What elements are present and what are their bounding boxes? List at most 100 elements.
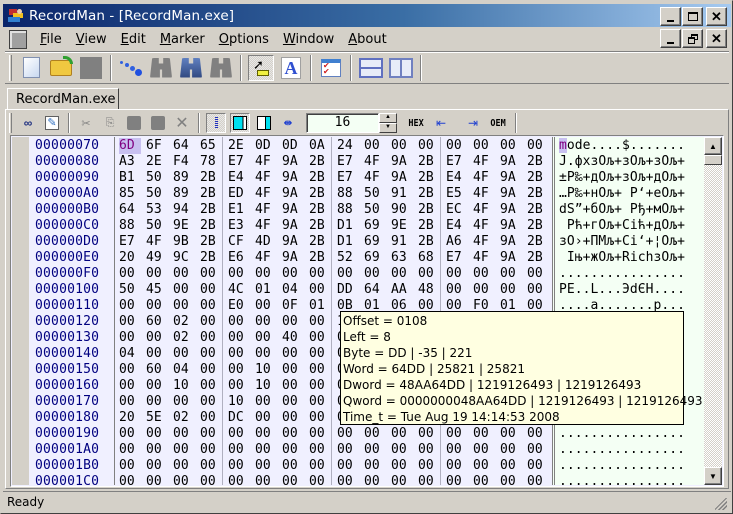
- hex-byte[interactable]: 00: [146, 298, 168, 314]
- hex-byte[interactable]: 00: [119, 330, 141, 346]
- hex-byte[interactable]: 9A: [500, 202, 522, 218]
- ascii-row[interactable]: ................: [559, 266, 685, 282]
- hex-byte[interactable]: 00: [418, 138, 440, 154]
- hex-byte[interactable]: 90: [391, 202, 413, 218]
- indent-right-button[interactable]: ⇥: [463, 113, 483, 133]
- resize-grip[interactable]: [715, 498, 727, 510]
- hex-byte[interactable]: 00: [309, 362, 331, 378]
- hex-byte[interactable]: 00: [255, 474, 277, 486]
- hex-byte[interactable]: 4F: [473, 234, 495, 250]
- mdi-minimize-button[interactable]: [660, 29, 681, 48]
- delete-button[interactable]: ✕: [172, 113, 192, 133]
- hex-byte[interactable]: D1: [337, 234, 359, 250]
- hex-byte[interactable]: 00: [282, 378, 304, 394]
- hex-byte[interactable]: E7: [228, 154, 250, 170]
- hex-byte[interactable]: AA: [391, 282, 413, 298]
- hex-byte[interactable]: 4F: [255, 202, 277, 218]
- scroll-thumb[interactable]: [704, 155, 722, 165]
- hex-byte[interactable]: 24: [337, 138, 359, 154]
- hex-byte[interactable]: 00: [119, 474, 141, 486]
- toolbar-grip[interactable]: [9, 54, 12, 81]
- hex-byte[interactable]: 4F: [473, 218, 495, 234]
- hex-byte[interactable]: 00: [391, 266, 413, 282]
- hex-byte[interactable]: 69: [364, 250, 386, 266]
- hex-byte[interactable]: E7: [337, 170, 359, 186]
- hex-byte[interactable]: 00: [255, 346, 277, 362]
- hex-byte[interactable]: 0D: [255, 138, 277, 154]
- hex-byte[interactable]: 00: [228, 346, 250, 362]
- hex-byte[interactable]: 69: [364, 234, 386, 250]
- hex-byte[interactable]: 00: [527, 442, 549, 458]
- hex-byte[interactable]: 9A: [500, 218, 522, 234]
- hex-byte[interactable]: 00: [282, 394, 304, 410]
- hex-byte[interactable]: 00: [364, 266, 386, 282]
- hex-byte[interactable]: 9A: [391, 170, 413, 186]
- menu-edit[interactable]: Edit: [114, 32, 153, 47]
- hex-byte[interactable]: 00: [255, 458, 277, 474]
- hex-byte[interactable]: B1: [119, 170, 141, 186]
- hex-byte[interactable]: 2B: [200, 170, 222, 186]
- hex-byte[interactable]: 00: [391, 458, 413, 474]
- hex-byte[interactable]: 2B: [527, 234, 549, 250]
- hex-byte[interactable]: 2B: [418, 202, 440, 218]
- hex-byte[interactable]: 00: [473, 426, 495, 442]
- hex-byte[interactable]: 2B: [309, 234, 331, 250]
- hex-byte[interactable]: 00: [255, 426, 277, 442]
- ascii-row[interactable]: зO›+ПMљ+Ci‘+¦Oљ+: [559, 234, 685, 250]
- hex-byte[interactable]: 00: [473, 282, 495, 298]
- close-button[interactable]: ✕: [706, 7, 727, 26]
- hex-byte[interactable]: 63: [391, 250, 413, 266]
- hex-byte[interactable]: 00: [309, 378, 331, 394]
- hex-pane-button[interactable]: [230, 113, 250, 133]
- hex-byte[interactable]: 9A: [282, 186, 304, 202]
- hex-byte[interactable]: 10: [228, 394, 250, 410]
- hex-byte[interactable]: 00: [473, 474, 495, 486]
- hex-byte[interactable]: 00: [500, 458, 522, 474]
- hex-byte[interactable]: E1: [228, 202, 250, 218]
- find-prev-button[interactable]: [148, 55, 174, 81]
- hex-byte[interactable]: 00: [364, 474, 386, 486]
- hex-byte[interactable]: E5: [446, 186, 468, 202]
- hex-byte[interactable]: 00: [391, 474, 413, 486]
- copy-button[interactable]: ⎘: [100, 113, 120, 133]
- hex-byte[interactable]: 00: [337, 474, 359, 486]
- hex-byte[interactable]: 9A: [391, 154, 413, 170]
- hex-byte[interactable]: 00: [200, 314, 222, 330]
- hex-byte[interactable]: 00: [200, 282, 222, 298]
- paste-button[interactable]: [124, 113, 144, 133]
- hex-byte[interactable]: 4F: [146, 234, 168, 250]
- hex-byte[interactable]: 9A: [282, 234, 304, 250]
- hex-byte[interactable]: 04: [282, 282, 304, 298]
- hex-byte[interactable]: 00: [146, 458, 168, 474]
- hex-byte[interactable]: 91: [391, 186, 413, 202]
- hex-byte[interactable]: 2B: [527, 170, 549, 186]
- hex-byte[interactable]: 00: [200, 426, 222, 442]
- hex-byte[interactable]: 00: [500, 474, 522, 486]
- hex-byte[interactable]: 00: [473, 138, 495, 154]
- hex-byte[interactable]: 00: [418, 474, 440, 486]
- hex-byte[interactable]: 2B: [527, 154, 549, 170]
- hex-byte[interactable]: 00: [500, 282, 522, 298]
- cut-button[interactable]: ✂: [76, 113, 96, 133]
- hex-byte[interactable]: 9E: [173, 218, 195, 234]
- hex-byte[interactable]: 00: [200, 266, 222, 282]
- hex-byte[interactable]: 4F: [473, 202, 495, 218]
- hex-byte[interactable]: 4C: [228, 282, 250, 298]
- hex-byte[interactable]: 9A: [500, 250, 522, 266]
- hex-byte[interactable]: 00: [200, 410, 222, 426]
- title-bar[interactable]: RecordMan - [RecordMan.exe] ✕: [3, 4, 731, 27]
- scroll-down-button[interactable]: ▼: [704, 467, 722, 485]
- hex-byte[interactable]: EC: [446, 202, 468, 218]
- hex-byte[interactable]: D1: [337, 218, 359, 234]
- hex-byte[interactable]: 9A: [282, 250, 304, 266]
- hex-byte[interactable]: 00: [200, 458, 222, 474]
- hex-byte[interactable]: E7: [446, 154, 468, 170]
- edit-button[interactable]: ✎: [42, 113, 62, 133]
- hex-byte[interactable]: 00: [119, 378, 141, 394]
- menu-marker[interactable]: Marker: [153, 32, 212, 47]
- hex-byte[interactable]: E7: [119, 234, 141, 250]
- hex-byte[interactable]: 9A: [500, 170, 522, 186]
- hex-byte[interactable]: DC: [228, 410, 250, 426]
- hex-byte[interactable]: 02: [173, 314, 195, 330]
- hex-byte[interactable]: 00: [282, 314, 304, 330]
